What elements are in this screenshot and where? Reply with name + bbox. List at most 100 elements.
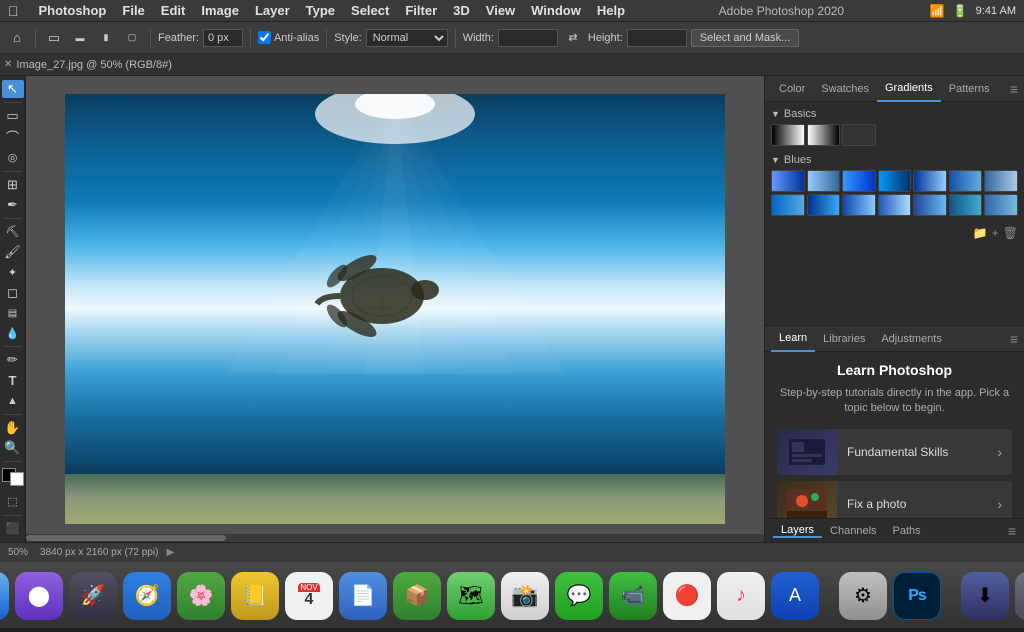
dock-photos2[interactable]: 📸: [501, 572, 549, 620]
document-tab[interactable]: Image_27.jpg @ 50% (RGB/8#): [16, 59, 171, 71]
menu-item-help[interactable]: Help: [589, 3, 633, 18]
marquee-col-icon[interactable]: ▮: [95, 27, 117, 49]
new-gradient-icon[interactable]: +: [992, 226, 999, 240]
width-input[interactable]: [498, 29, 558, 47]
tool-blur[interactable]: 💧: [2, 324, 24, 342]
gradient-swatch[interactable]: [771, 170, 805, 192]
learn-panel-options-icon[interactable]: ≡: [1010, 331, 1018, 347]
dock-store[interactable]: 📦: [393, 572, 441, 620]
gradient-swatch[interactable]: [913, 194, 947, 216]
gradient-swatch[interactable]: [771, 194, 805, 216]
gradient-swatch[interactable]: [878, 194, 912, 216]
dock-finder[interactable]: 😊: [0, 572, 9, 620]
dock-music[interactable]: ♪: [717, 572, 765, 620]
menu-item-photoshop[interactable]: Photoshop: [31, 3, 115, 18]
tool-eraser[interactable]: ◻: [2, 284, 24, 302]
bottom-panel-options-icon[interactable]: ≡: [1008, 523, 1016, 539]
dock-calendar[interactable]: NOV 4: [285, 572, 333, 620]
menu-item-window[interactable]: Window: [523, 3, 589, 18]
tool-brush[interactable]: 🖌: [2, 243, 24, 261]
dock-photoshop[interactable]: Ps: [893, 572, 941, 620]
gradient-swatch[interactable]: [878, 170, 912, 192]
tool-quick-select[interactable]: ◎: [2, 148, 24, 166]
dock-messages[interactable]: 💬: [555, 572, 603, 620]
tool-hand[interactable]: ✋: [2, 419, 24, 437]
gradient-swatch[interactable]: [842, 170, 876, 192]
dock-facetime[interactable]: 📹: [609, 572, 657, 620]
marquee-row-icon[interactable]: ▬: [69, 27, 91, 49]
panel-options-icon[interactable]: ≡: [1010, 81, 1018, 97]
tool-eyedropper[interactable]: ✒: [2, 196, 24, 214]
tool-pen[interactable]: ✏: [2, 351, 24, 369]
gradient-swatch[interactable]: [913, 170, 947, 192]
dock-downloads[interactable]: ⬇: [961, 572, 1009, 620]
tab-close-icon[interactable]: ✕: [4, 59, 12, 70]
gradient-swatch[interactable]: [771, 124, 805, 146]
tab-learn[interactable]: Learn: [771, 326, 815, 352]
dock-trash[interactable]: 🗑: [1015, 572, 1024, 620]
menu-item-select[interactable]: Select: [343, 3, 397, 18]
dock-maps[interactable]: 🗺: [447, 572, 495, 620]
antialias-checkbox[interactable]: [258, 31, 271, 44]
gradient-swatch[interactable]: [984, 194, 1018, 216]
tab-adjustments[interactable]: Adjustments: [873, 326, 950, 352]
menu-item-image[interactable]: Image: [193, 3, 247, 18]
dock-safari[interactable]: 🧭: [123, 572, 171, 620]
background-color[interactable]: [10, 472, 24, 486]
dock-appstore[interactable]: A: [771, 572, 819, 620]
tutorial-fundamental-skills[interactable]: Fundamental Skills ›: [777, 429, 1012, 475]
gradient-swatch[interactable]: [949, 170, 983, 192]
status-arrow-icon[interactable]: ▶: [166, 547, 174, 558]
tab-patterns[interactable]: Patterns: [941, 76, 998, 102]
gradient-swatch[interactable]: [842, 124, 876, 146]
tab-gradients[interactable]: Gradients: [877, 76, 941, 102]
menu-item-3d[interactable]: 3D: [445, 3, 478, 18]
height-input[interactable]: [627, 29, 687, 47]
tool-gradient[interactable]: ▤: [2, 304, 24, 322]
menu-item-edit[interactable]: Edit: [153, 3, 194, 18]
menu-item-view[interactable]: View: [478, 3, 523, 18]
gradient-swatch[interactable]: [807, 170, 841, 192]
tool-marquee[interactable]: ▭: [2, 107, 24, 125]
screen-mode-icon[interactable]: ⬛: [2, 520, 24, 538]
gradient-swatch[interactable]: [807, 124, 841, 146]
tutorial-fix-photo[interactable]: Fix a photo ›: [777, 481, 1012, 518]
horizontal-scrollbar[interactable]: [26, 534, 764, 542]
scroll-thumb-horizontal[interactable]: [26, 535, 226, 541]
dock-news[interactable]: 🔴: [663, 572, 711, 620]
dock-files[interactable]: 📄: [339, 572, 387, 620]
tool-text[interactable]: T: [2, 372, 24, 390]
tool-crop[interactable]: ⊞: [2, 175, 24, 193]
menu-item-file[interactable]: File: [114, 3, 152, 18]
tab-swatches[interactable]: Swatches: [813, 76, 877, 102]
dock-system-preferences[interactable]: ⚙: [839, 572, 887, 620]
tool-zoom[interactable]: 🔍: [2, 439, 24, 457]
gradient-swatch[interactable]: [842, 194, 876, 216]
foreground-background-colors[interactable]: [2, 468, 24, 486]
canvas-image[interactable]: [65, 94, 725, 524]
delete-gradient-icon[interactable]: 🗑: [1003, 226, 1018, 240]
tab-libraries[interactable]: Libraries: [815, 326, 873, 352]
gradient-swatch[interactable]: [984, 170, 1018, 192]
marquee-frame-icon[interactable]: ▢: [121, 27, 143, 49]
marquee-rect-icon[interactable]: ▭: [43, 27, 65, 49]
gradient-swatch[interactable]: [807, 194, 841, 216]
menu-item-layer[interactable]: Layer: [247, 3, 298, 18]
tool-lasso[interactable]: ⌒: [2, 127, 24, 146]
menu-item-filter[interactable]: Filter: [397, 3, 445, 18]
tool-shape[interactable]: ▲: [2, 392, 24, 410]
feather-input[interactable]: [203, 29, 243, 47]
quick-mask-icon[interactable]: ⬚: [2, 492, 24, 510]
dock-launchpad[interactable]: 🚀: [69, 572, 117, 620]
tab-paths[interactable]: Paths: [885, 525, 929, 537]
antialias-checkbox-area[interactable]: Anti-alias: [258, 31, 319, 44]
style-select[interactable]: Normal Fixed Ratio Fixed Size: [366, 29, 448, 47]
tool-stamp[interactable]: ✦: [2, 263, 24, 281]
dock-notes[interactable]: 📒: [231, 572, 279, 620]
gradient-swatch[interactable]: [949, 194, 983, 216]
blues-group-header[interactable]: ▼ Blues: [771, 154, 1018, 166]
swap-icon[interactable]: ⇄: [562, 27, 584, 49]
tool-healing[interactable]: ⛏: [2, 223, 24, 241]
menu-item-type[interactable]: Type: [298, 3, 343, 18]
home-icon[interactable]: ⌂: [6, 27, 28, 49]
